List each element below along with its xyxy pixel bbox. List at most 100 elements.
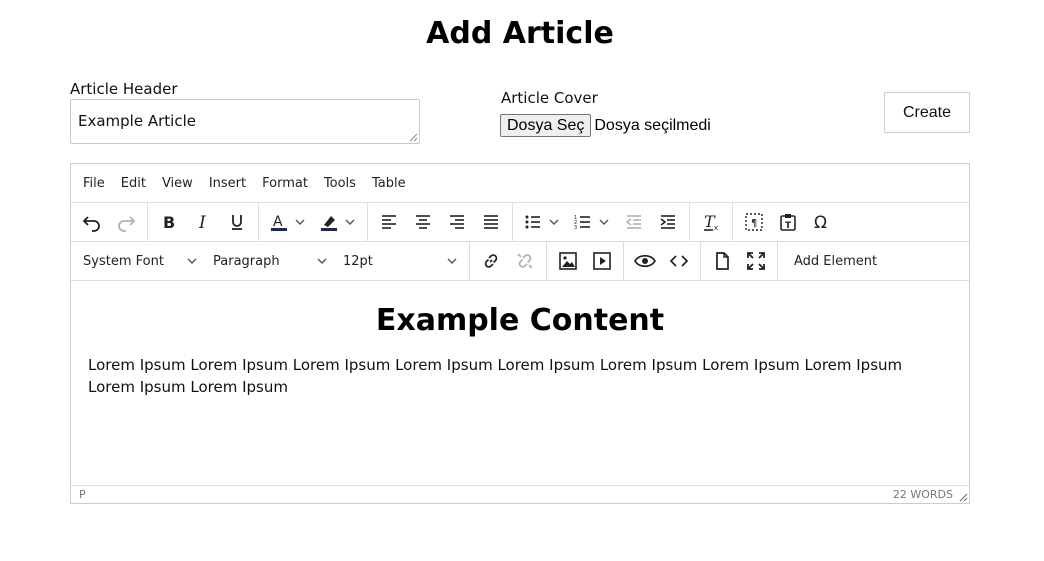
eye-icon [634, 254, 656, 268]
content-paragraph[interactable]: Lorem Ipsum Lorem Ipsum Lorem Ipsum Lore… [88, 354, 928, 398]
image-icon [559, 252, 577, 270]
unlink-button[interactable] [508, 245, 542, 277]
underline-button[interactable] [220, 206, 254, 238]
menu-edit[interactable]: Edit [113, 176, 154, 191]
undo-button[interactable] [75, 206, 109, 238]
align-right-button[interactable] [440, 206, 474, 238]
file-input[interactable]: Dosya Seç Dosya seçilmedi [500, 114, 711, 137]
text-color-icon: A [271, 214, 287, 231]
editor-content-area[interactable]: Example Content Lorem Ipsum Lorem Ipsum … [71, 281, 969, 486]
menu-insert[interactable]: Insert [201, 176, 254, 191]
content-heading[interactable]: Example Content [88, 303, 952, 338]
highlight-color-button[interactable] [313, 206, 363, 238]
editor-toolbar-1: B I A 1 2 3 T x ¶ T Ω [71, 203, 969, 242]
insert-media-button[interactable] [585, 245, 619, 277]
code-icon [669, 255, 689, 267]
media-play-icon [593, 252, 611, 270]
source-code-button[interactable] [662, 245, 696, 277]
insert-image-button[interactable] [551, 245, 585, 277]
font-size-select[interactable]: 12pt [335, 245, 465, 277]
numbered-list-icon: 123 [574, 215, 590, 231]
resize-grip-icon[interactable] [409, 133, 418, 142]
document-icon [716, 252, 729, 270]
svg-text:T: T [785, 221, 792, 231]
bullet-list-icon [525, 215, 540, 229]
svg-text:I: I [198, 213, 206, 232]
show-blocks-button[interactable]: ¶ [737, 206, 771, 238]
create-button[interactable]: Create [884, 92, 970, 133]
paste-text-button[interactable]: T [771, 206, 805, 238]
bullet-list-button[interactable] [517, 206, 567, 238]
underline-icon [232, 215, 242, 230]
menu-view[interactable]: View [154, 176, 201, 191]
editor-toolbar-2: System Font Paragraph 12pt Add Element [71, 242, 969, 281]
svg-text:x: x [714, 224, 718, 232]
undo-icon [82, 216, 100, 232]
outdent-button[interactable] [617, 206, 651, 238]
align-center-icon [416, 215, 430, 229]
new-document-button[interactable] [705, 245, 739, 277]
italic-icon: I [198, 213, 206, 232]
numbered-list-button[interactable]: 123 [567, 206, 617, 238]
text-color-button[interactable]: A [263, 206, 313, 238]
redo-icon [118, 216, 136, 232]
preview-button[interactable] [628, 245, 662, 277]
chevron-down-icon [187, 258, 197, 264]
svg-text:A: A [273, 214, 283, 230]
block-format-select[interactable]: Paragraph [205, 245, 335, 277]
align-left-icon [382, 215, 396, 229]
chevron-down-icon [295, 219, 305, 225]
add-element-button[interactable]: Add Element [782, 254, 889, 269]
special-character-button[interactable]: Ω [805, 206, 839, 238]
fullscreen-icon [747, 252, 765, 270]
chevron-down-icon [345, 219, 355, 225]
svg-text:Ω: Ω [814, 213, 827, 232]
align-left-button[interactable] [372, 206, 406, 238]
align-justify-button[interactable] [474, 206, 508, 238]
choose-file-button[interactable]: Dosya Seç [500, 114, 592, 137]
element-path[interactable]: P [79, 488, 86, 501]
svg-text:B: B [163, 213, 175, 232]
align-justify-icon [484, 215, 498, 229]
bold-button[interactable]: B [152, 206, 186, 238]
indent-button[interactable] [651, 206, 685, 238]
indent-icon [660, 215, 675, 229]
align-center-button[interactable] [406, 206, 440, 238]
menu-file[interactable]: File [75, 176, 113, 191]
article-cover-label: Article Cover [501, 89, 598, 107]
chevron-down-icon [447, 258, 457, 264]
highlighter-icon [321, 216, 337, 231]
link-icon [484, 254, 498, 268]
chevron-down-icon [549, 219, 559, 225]
file-status-text: Dosya seçilmedi [594, 116, 711, 134]
align-right-icon [450, 215, 464, 229]
omega-icon: Ω [814, 213, 827, 232]
chevron-down-icon [317, 258, 327, 264]
bold-icon: B [163, 213, 175, 232]
font-size-value: 12pt [343, 253, 373, 269]
clear-formatting-icon: Tx [704, 212, 718, 232]
clear-formatting-button[interactable]: Tx [694, 206, 728, 238]
menu-tools[interactable]: Tools [316, 176, 364, 191]
svg-text:¶: ¶ [751, 218, 757, 229]
fullscreen-button[interactable] [739, 245, 773, 277]
svg-text:3: 3 [574, 225, 577, 231]
word-count: 22 WORDS [892, 488, 953, 501]
font-family-value: System Font [83, 253, 164, 269]
editor-statusbar: P 22 WORDS [71, 485, 969, 503]
rich-text-editor: File Edit View Insert Format Tools Table… [70, 163, 970, 504]
clipboard-icon: T [780, 214, 796, 231]
outdent-icon [625, 215, 641, 229]
editor-resize-grip-icon[interactable] [959, 493, 968, 502]
font-family-select[interactable]: System Font [75, 245, 205, 277]
unlink-icon [517, 253, 533, 269]
menu-table[interactable]: Table [364, 176, 414, 191]
redo-button[interactable] [109, 206, 143, 238]
article-header-input[interactable]: Example Article [70, 99, 420, 144]
block-format-value: Paragraph [213, 253, 280, 269]
article-header-label: Article Header [70, 80, 178, 98]
editor-menubar: File Edit View Insert Format Tools Table [71, 164, 969, 203]
menu-format[interactable]: Format [254, 176, 316, 191]
insert-link-button[interactable] [474, 245, 508, 277]
italic-button[interactable]: I [186, 206, 220, 238]
